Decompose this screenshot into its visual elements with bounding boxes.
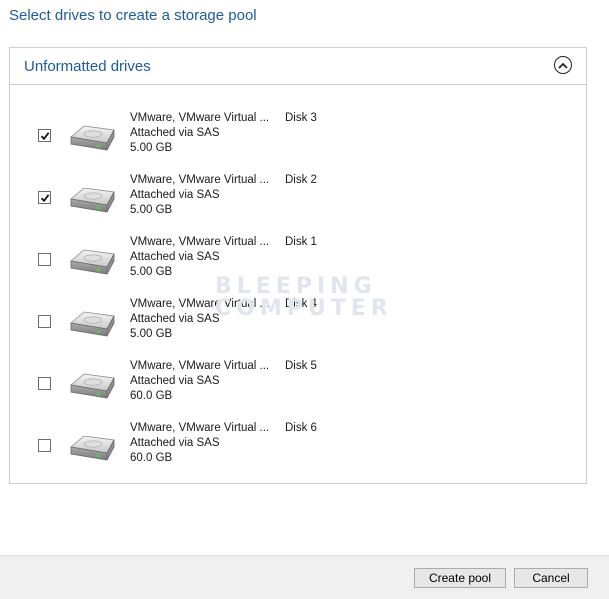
- cancel-button[interactable]: Cancel: [514, 568, 588, 588]
- drive-connection: Attached via SAS: [130, 127, 220, 139]
- drive-row: VMware, VMware Virtual ... Attached via …: [10, 168, 586, 230]
- panel-header: Unformatted drives: [10, 48, 586, 85]
- drive-checkbox[interactable]: [38, 191, 51, 204]
- drive-name: VMware, VMware Virtual ...: [130, 298, 270, 310]
- storage-pool-dialog: Select drives to create a storage pool U…: [0, 0, 609, 599]
- hard-drive-icon: [70, 311, 115, 337]
- drive-name: VMware, VMware Virtual ...: [130, 236, 270, 248]
- drive-row: VMware, VMware Virtual ... Attached via …: [10, 230, 586, 292]
- drive-name: VMware, VMware Virtual ...: [130, 360, 270, 372]
- disk-label: Disk 6: [285, 422, 317, 434]
- disk-label: Disk 1: [285, 236, 317, 248]
- drive-connection: Attached via SAS: [130, 313, 220, 325]
- hard-drive-icon: [70, 125, 115, 151]
- drive-checkbox[interactable]: [38, 129, 51, 142]
- disk-label: Disk 4: [285, 298, 317, 310]
- drive-row: VMware, VMware Virtual ... Attached via …: [10, 416, 586, 478]
- drive-size: 5.00 GB: [130, 266, 173, 278]
- drive-name: VMware, VMware Virtual ...: [130, 112, 270, 124]
- hard-drive-icon: [70, 187, 115, 213]
- chevron-up-icon: [558, 62, 568, 69]
- drive-checkbox[interactable]: [38, 315, 51, 328]
- disk-label: Disk 3: [285, 112, 317, 124]
- drive-connection: Attached via SAS: [130, 251, 220, 263]
- drive-size: 5.00 GB: [130, 142, 173, 154]
- unformatted-drives-panel: Unformatted drives VMware, VMware Virtua…: [9, 47, 587, 484]
- drive-list: VMware, VMware Virtual ... Attached via …: [10, 106, 586, 478]
- drive-row: VMware, VMware Virtual ... Attached via …: [10, 292, 586, 354]
- drive-row: VMware, VMware Virtual ... Attached via …: [10, 106, 586, 168]
- drive-row: VMware, VMware Virtual ... Attached via …: [10, 354, 586, 416]
- hard-drive-icon: [70, 249, 115, 275]
- drive-connection: Attached via SAS: [130, 375, 220, 387]
- drive-connection: Attached via SAS: [130, 437, 220, 449]
- drive-checkbox[interactable]: [38, 377, 51, 390]
- drive-name: VMware, VMware Virtual ...: [130, 174, 270, 186]
- drive-size: 60.0 GB: [130, 390, 173, 402]
- hard-drive-icon: [70, 435, 115, 461]
- disk-label: Disk 5: [285, 360, 317, 372]
- page-title: Select drives to create a storage pool: [9, 7, 257, 24]
- panel-title: Unformatted drives: [24, 58, 151, 75]
- dialog-footer: Create pool Cancel: [0, 555, 609, 599]
- collapse-button[interactable]: [554, 56, 572, 74]
- drive-size: 5.00 GB: [130, 204, 173, 216]
- checkmark-icon: [40, 193, 49, 202]
- drive-checkbox[interactable]: [38, 253, 51, 266]
- drive-size: 5.00 GB: [130, 328, 173, 340]
- drive-checkbox[interactable]: [38, 439, 51, 452]
- checkmark-icon: [40, 131, 49, 140]
- hard-drive-icon: [70, 373, 115, 399]
- drive-name: VMware, VMware Virtual ...: [130, 422, 270, 434]
- drive-connection: Attached via SAS: [130, 189, 220, 201]
- create-pool-button[interactable]: Create pool: [414, 568, 506, 588]
- drive-size: 60.0 GB: [130, 452, 173, 464]
- disk-label: Disk 2: [285, 174, 317, 186]
